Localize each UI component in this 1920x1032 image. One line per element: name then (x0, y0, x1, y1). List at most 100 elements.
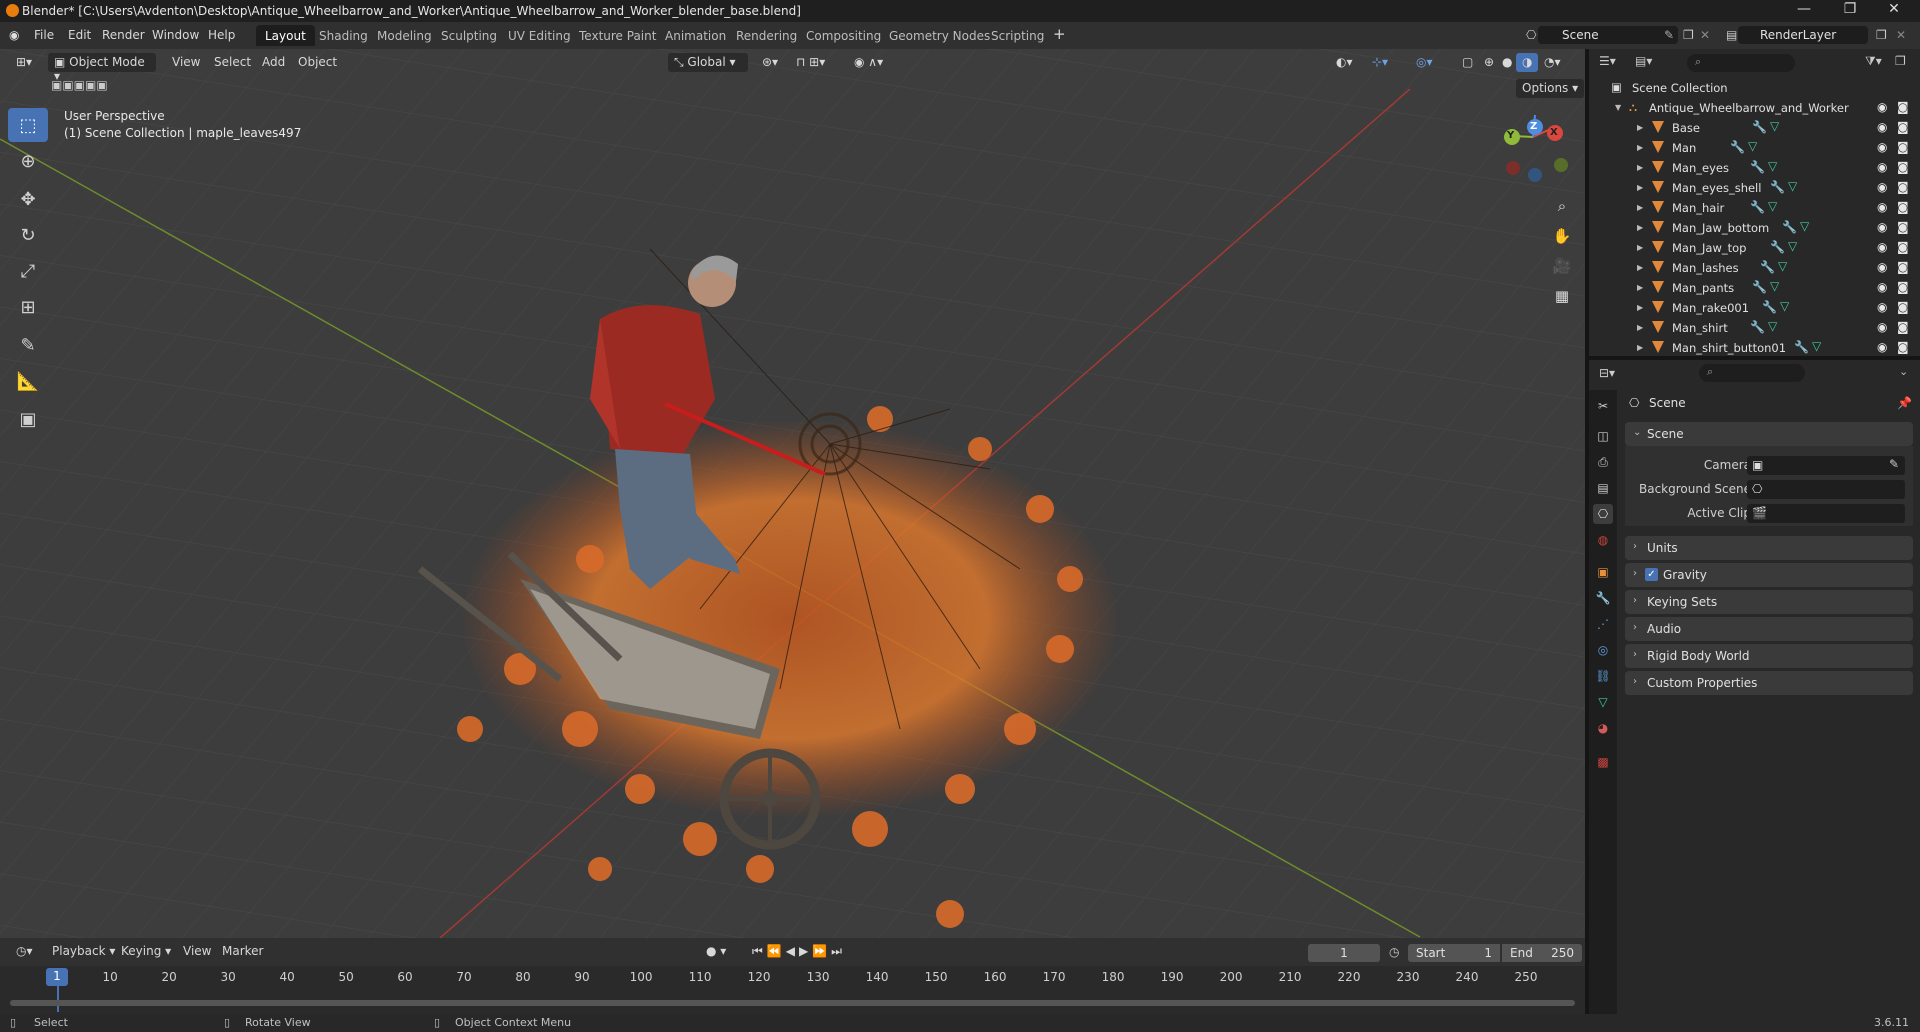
outliner-object-row[interactable]: ▶ Base 🔧 ▽ ◉ ◙ (1589, 118, 1920, 138)
outliner-collection[interactable]: ▼ ⛬ Antique_Wheelbarrow_and_Worker ◉ ◙ (1589, 98, 1920, 118)
shading-material-icon[interactable]: ◑ (1516, 53, 1539, 72)
zoom-icon[interactable]: ⌕ (1548, 192, 1576, 220)
tool-tab-icon[interactable]: ✂ (1593, 396, 1613, 416)
minimize-icon[interactable]: — (1784, 1, 1824, 17)
menu-select[interactable]: Select (208, 53, 257, 72)
scale-tool-icon[interactable]: ⤢ (8, 254, 48, 288)
delete-scene-icon[interactable]: ✕ (1700, 28, 1710, 42)
outliner-object-row[interactable]: ▶ Man_lashes 🔧 ▽ ◉ ◙ (1589, 258, 1920, 278)
outliner-editor-icon[interactable]: ☰▾ (1599, 54, 1616, 68)
mode-selector[interactable]: ▣ Object Mode ▾ (48, 53, 156, 83)
menu-playback[interactable]: Playback ▾ (46, 942, 121, 961)
material-tab-icon[interactable]: ◕ (1593, 718, 1613, 738)
expand-icon[interactable]: ▶ (1637, 303, 1643, 312)
eye-icon[interactable]: ◉ (1877, 120, 1887, 134)
camera-icon[interactable]: ◙ (1897, 240, 1909, 254)
texture-tab-icon[interactable]: ▩ (1593, 752, 1613, 772)
scene-panel-header[interactable]: ⌄ Scene (1625, 422, 1913, 446)
eye-icon[interactable]: ◉ (1877, 340, 1887, 354)
shading-rendered-icon[interactable]: ◔▾ (1538, 53, 1567, 72)
menu-timeline-view[interactable]: View (177, 942, 217, 961)
pan-hand-icon[interactable]: ✋ (1548, 222, 1576, 250)
camera-icon[interactable]: ◙ (1897, 260, 1909, 274)
rotate-tool-icon[interactable]: ↻ (8, 218, 48, 252)
output-tab-icon[interactable]: ⎙ (1593, 452, 1613, 472)
gizmo-z-label[interactable]: Z (1530, 121, 1537, 132)
view-layer-tab-icon[interactable]: ▤ (1593, 478, 1613, 498)
particles-tab-icon[interactable]: ⋰ (1593, 614, 1613, 634)
camera-icon[interactable]: ◙ (1897, 300, 1909, 314)
menu-render[interactable]: Render (102, 28, 145, 42)
properties-search-input[interactable]: ⌕ (1699, 364, 1805, 382)
new-scene-icon[interactable]: ❐ (1683, 28, 1694, 42)
mesh-data-icon[interactable]: ▽ (1800, 219, 1809, 233)
new-view-layer-icon[interactable]: ❐ (1876, 28, 1887, 42)
mesh-data-icon[interactable]: ▽ (1788, 179, 1797, 193)
menu-window[interactable]: Window (152, 28, 199, 42)
expand-icon[interactable]: ▶ (1637, 143, 1643, 152)
menu-add[interactable]: Add (256, 53, 291, 72)
modifier-wrench-icon[interactable]: 🔧 (1750, 200, 1765, 214)
modifier-wrench-icon[interactable]: 🔧 (1750, 160, 1765, 174)
outliner-object-row[interactable]: ▶ Man_eyes 🔧 ▽ ◉ ◙ (1589, 158, 1920, 178)
eyedropper-icon[interactable]: ✎ (1889, 457, 1899, 471)
perspective-toggle-icon[interactable]: ▦ (1548, 282, 1576, 310)
expand-icon[interactable]: ▶ (1637, 183, 1643, 192)
modifier-wrench-icon[interactable]: 🔧 (1770, 240, 1785, 254)
tab-modeling[interactable]: Modeling (368, 25, 441, 46)
camera-icon[interactable]: ◙ (1897, 320, 1909, 334)
visibility-icon[interactable]: ◐▾ (1330, 53, 1359, 72)
world-tab-icon[interactable]: ◍ (1593, 530, 1613, 550)
active-clip-field[interactable]: 🎬 (1747, 504, 1905, 523)
camera-view-icon[interactable]: 🎥 (1548, 252, 1576, 280)
expand-icon[interactable]: ▶ (1637, 203, 1643, 212)
overlays-icon[interactable]: ◎▾ (1410, 53, 1439, 72)
scene-tab-icon[interactable]: ⎔ (1593, 504, 1613, 524)
eye-icon[interactable]: ◉ (1877, 100, 1887, 114)
outliner-object-row[interactable]: ▶ Man_hair 🔧 ▽ ◉ ◙ (1589, 198, 1920, 218)
outliner-object-row[interactable]: ▶ Man 🔧 ▽ ◉ ◙ (1589, 138, 1920, 158)
mesh-data-icon[interactable]: ▽ (1778, 259, 1787, 273)
playhead[interactable]: 1 (46, 968, 68, 986)
collapse-icon[interactable]: ▼ (1615, 103, 1621, 112)
data-tab-icon[interactable]: ▽ (1593, 692, 1613, 712)
modifier-wrench-icon[interactable]: 🔧 (1752, 120, 1767, 134)
timeline-scrollbar[interactable] (10, 1000, 1575, 1006)
display-mode-icon[interactable]: ▤▾ (1635, 54, 1652, 68)
camera-field[interactable]: ▣ ✎ (1747, 456, 1905, 475)
camera-icon[interactable]: ◙ (1897, 280, 1909, 294)
eye-icon[interactable]: ◉ (1877, 160, 1887, 174)
options-dropdown[interactable]: Options ▾ (1516, 79, 1585, 98)
tab-sculpting[interactable]: Sculpting (432, 25, 506, 46)
outliner-object-row[interactable]: ▶ Man_rake001 🔧 ▽ ◉ ◙ (1589, 298, 1920, 318)
expand-icon[interactable]: ▶ (1637, 123, 1643, 132)
tab-rendering[interactable]: Rendering (727, 25, 806, 46)
maximize-icon[interactable]: ❐ (1830, 1, 1870, 17)
mesh-data-icon[interactable]: ▽ (1788, 239, 1797, 253)
camera-icon[interactable]: ◙ (1897, 140, 1909, 154)
close-icon[interactable]: ✕ (1874, 1, 1914, 17)
add-cube-tool-icon[interactable]: ▣ (8, 402, 48, 436)
menu-edit[interactable]: Edit (68, 28, 91, 42)
outliner-object-row[interactable]: ▶ Man_shirt 🔧 ▽ ◉ ◙ (1589, 318, 1920, 338)
auto-keying-icon[interactable]: ● ▾ (700, 942, 732, 961)
pivot-point-icon[interactable]: ⊛▾ (756, 53, 784, 72)
scene-selector[interactable]: Scene (1538, 26, 1678, 44)
camera-icon[interactable]: ◙ (1897, 100, 1909, 114)
tab-compositing[interactable]: Compositing (797, 25, 890, 46)
outliner-object-row[interactable]: ▶ Man_eyes_shell 🔧 ▽ ◉ ◙ (1589, 178, 1920, 198)
outliner-scene-collection[interactable]: ▣ Scene Collection (1589, 78, 1920, 98)
properties-editor-icon[interactable]: ⊟▾ (1599, 366, 1615, 380)
eye-icon[interactable]: ◉ (1877, 280, 1887, 294)
render-tab-icon[interactable]: ◫ (1593, 426, 1613, 446)
camera-icon[interactable]: ◙ (1897, 200, 1909, 214)
cursor-tool-icon[interactable]: ⊕ (8, 144, 48, 178)
filter-icon[interactable]: ⧩▾ (1865, 54, 1882, 69)
3d-viewport[interactable]: X Y Z ⊞▾ ▣ Object Mode ▾ View Select Add… (0, 49, 1585, 938)
menu-keying[interactable]: Keying ▾ (115, 942, 177, 961)
constraints-tab-icon[interactable]: ⛓ (1593, 666, 1613, 686)
end-frame-field[interactable]: End 250 (1502, 944, 1582, 962)
properties-options-icon[interactable]: ⌄ (1899, 365, 1908, 378)
eye-icon[interactable]: ◉ (1877, 220, 1887, 234)
physics-tab-icon[interactable]: ◎ (1593, 640, 1613, 660)
